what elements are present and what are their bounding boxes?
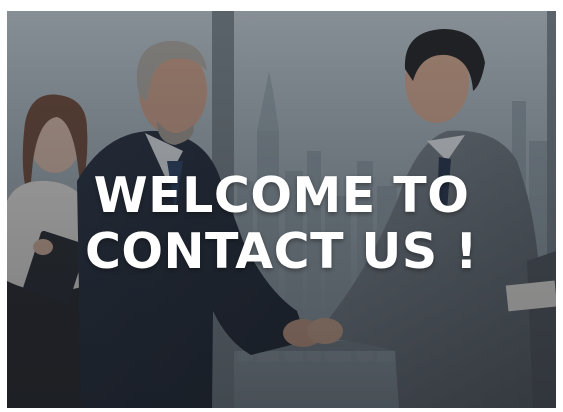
business-handshake-photo	[7, 11, 556, 408]
contact-banner: WELCOME TO CONTACT US !	[7, 11, 556, 408]
